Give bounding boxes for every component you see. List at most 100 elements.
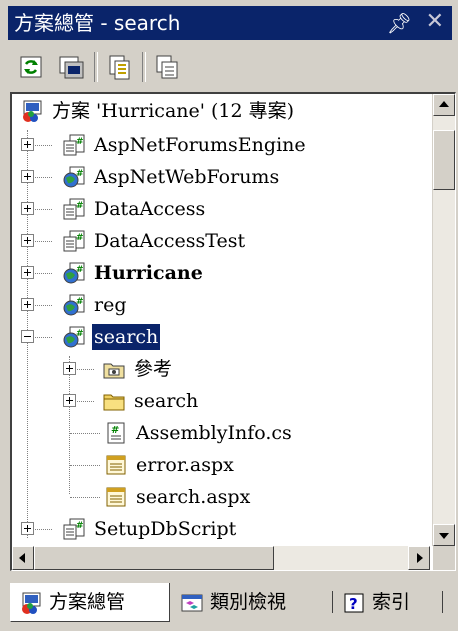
web-project-icon: #: [63, 294, 85, 316]
tree-item-folder[interactable]: search: [12, 386, 430, 416]
csharp-file-icon: #: [107, 422, 125, 444]
panel-tabs: 方案總管 類別檢視 ? 索引: [10, 583, 453, 623]
expand-icon[interactable]: [21, 298, 34, 311]
toolbar-separator: [142, 52, 146, 82]
tree-item-label: search: [134, 390, 199, 412]
tree-item-label: DataAccess: [94, 198, 206, 220]
tree-guide-line: [70, 433, 100, 434]
svg-text:#: #: [76, 521, 84, 531]
expand-icon[interactable]: [21, 266, 34, 279]
expand-icon[interactable]: [21, 170, 34, 183]
arrow-left-icon: [19, 553, 25, 563]
tab-index[interactable]: ? 索引: [340, 583, 440, 621]
vertical-scrollbar[interactable]: [432, 94, 455, 546]
expand-icon[interactable]: [21, 522, 34, 535]
aspx-file-icon: [106, 487, 126, 507]
copy-project-icon[interactable]: [152, 52, 182, 82]
class-view-icon: [181, 594, 203, 612]
title-bar[interactable]: 方案總管 - search 📌︎ ✕: [8, 6, 452, 40]
tree-item-project[interactable]: # DataAccessTest: [12, 226, 430, 256]
tree-item-label: reg: [94, 294, 127, 316]
tab-separator: [442, 591, 443, 613]
tree-item-project[interactable]: # SetupDbScript: [12, 514, 430, 544]
tree-item-label: AspNetForumsEngine: [94, 134, 306, 156]
tree-item-label: AssemblyInfo.cs: [136, 422, 292, 444]
expand-icon[interactable]: [21, 234, 34, 247]
scroll-left-button[interactable]: [12, 546, 34, 570]
help-index-icon: ?: [344, 593, 364, 613]
arrow-down-icon: [439, 533, 449, 539]
close-icon[interactable]: ✕: [426, 9, 444, 34]
tree-item-project[interactable]: # AspNetForumsEngine: [12, 130, 430, 160]
tree-item-project[interactable]: # reg: [12, 290, 430, 320]
scroll-down-button[interactable]: [433, 524, 455, 546]
solution-tree[interactable]: 方案 'Hurricane' (12 專案) # AspNetForumsEng…: [12, 94, 430, 546]
toolbar-separator: [94, 52, 98, 82]
tree-item-label: SetupDbScript: [94, 518, 237, 540]
toolbar: [8, 44, 452, 90]
tree-item-label: 方案 'Hurricane' (12 專案): [52, 100, 295, 122]
expand-icon[interactable]: [21, 202, 34, 215]
horizontal-scrollbar[interactable]: [12, 546, 430, 570]
svg-text:#: #: [111, 425, 119, 436]
tab-label: 索引: [372, 591, 411, 613]
pushpin-icon[interactable]: 📌︎: [387, 11, 412, 35]
references-icon: [103, 363, 125, 379]
tab-separator: [332, 591, 333, 613]
scroll-thumb[interactable]: [433, 130, 455, 190]
svg-text:#: #: [76, 201, 84, 211]
solution-icon: [23, 100, 42, 122]
properties-icon[interactable]: [104, 52, 134, 82]
tree-item-label: Hurricane: [94, 262, 203, 284]
tab-label: 方案總管: [49, 591, 126, 613]
tree-item-solution[interactable]: 方案 'Hurricane' (12 專案): [12, 96, 430, 126]
tree-item-project[interactable]: # DataAccess: [12, 194, 430, 224]
tree-item-label: AspNetWebForums: [94, 166, 280, 188]
tree-item-label: error.aspx: [136, 454, 234, 476]
tree-item-project[interactable]: # AspNetWebForums: [12, 162, 430, 192]
aspx-file-icon: [106, 455, 126, 475]
tree-item-label: DataAccessTest: [94, 230, 246, 252]
web-project-icon: #: [63, 166, 85, 188]
refresh-icon[interactable]: [16, 52, 46, 82]
svg-text:#: #: [76, 233, 84, 243]
expand-icon[interactable]: [63, 362, 76, 375]
web-project-icon: #: [63, 326, 85, 348]
csharp-project-icon: #: [63, 134, 85, 156]
show-all-files-icon[interactable]: [56, 52, 86, 82]
tree-item-file[interactable]: search.aspx: [12, 482, 430, 512]
arrow-up-icon: [439, 101, 449, 107]
scroll-thumb-horizontal[interactable]: [34, 546, 274, 570]
scroll-right-button[interactable]: [408, 546, 430, 570]
tab-class-view[interactable]: 類別檢視: [176, 583, 326, 621]
tree-item-file[interactable]: # AssemblyInfo.cs: [12, 418, 430, 448]
tree-item-label: 參考: [134, 358, 173, 380]
scrollbar-corner: [433, 546, 455, 570]
tab-solution-explorer[interactable]: 方案總管: [10, 583, 170, 622]
tree-item-label: search.aspx: [136, 486, 251, 508]
scroll-up-button[interactable]: [433, 94, 455, 116]
csharp-project-icon: #: [63, 230, 85, 252]
csharp-project-icon: #: [63, 198, 85, 220]
tree-guide-line: [70, 497, 100, 498]
solution-explorer-icon: [22, 592, 41, 614]
tree-guide-line: [70, 465, 100, 466]
svg-text:?: ?: [349, 595, 358, 613]
tree-item-file[interactable]: error.aspx: [12, 450, 430, 480]
collapse-icon[interactable]: [21, 330, 34, 343]
expand-icon[interactable]: [63, 394, 76, 407]
window-title: 方案總管 - search: [14, 11, 181, 35]
tree-item-label: search: [92, 324, 161, 350]
folder-icon: [103, 394, 125, 411]
web-project-icon: #: [63, 262, 85, 284]
arrow-right-icon: [417, 553, 423, 563]
tree-item-project-selected[interactable]: # search: [12, 322, 430, 352]
solution-tree-panel: 方案 'Hurricane' (12 專案) # AspNetForumsEng…: [10, 92, 456, 571]
svg-text:#: #: [76, 137, 84, 147]
tab-label: 類別檢視: [210, 591, 287, 613]
tree-item-references[interactable]: 參考: [12, 354, 430, 384]
tree-item-project[interactable]: # Hurricane: [12, 258, 430, 288]
csharp-project-icon: #: [63, 518, 85, 540]
solution-explorer-window: 方案總管 - search 📌︎ ✕ 方案 'Hurricane' (12 專案…: [0, 0, 458, 631]
expand-icon[interactable]: [21, 138, 34, 151]
